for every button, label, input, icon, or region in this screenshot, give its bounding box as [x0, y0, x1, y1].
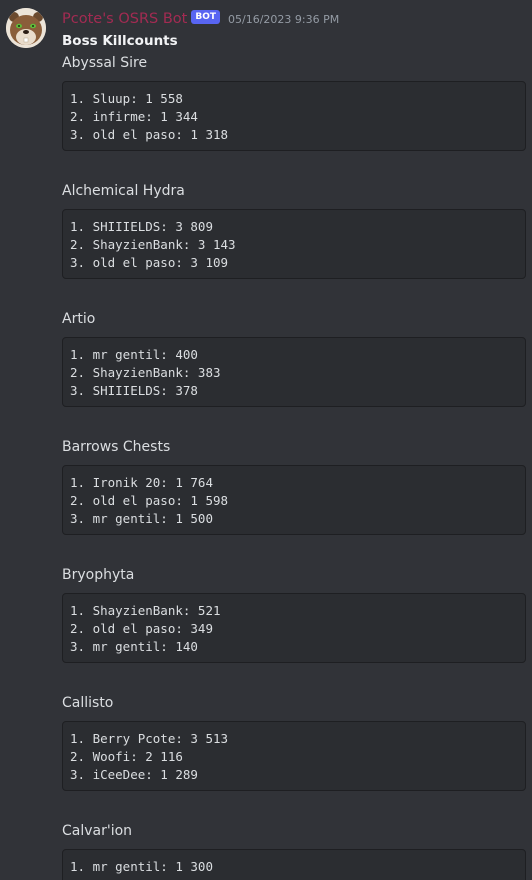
- ranking-line: 1. SHIIIELDS: 3 809: [70, 219, 213, 234]
- ranking-line: 1. mr gentil: 1 300: [70, 859, 213, 874]
- bot-tag-badge: BOT: [191, 10, 221, 24]
- ranking-line: 2. SHIIIELDS: 767: [70, 876, 518, 880]
- ranking-line: 2. ShayzienBank: 383: [70, 365, 221, 380]
- boss-name: Alchemical Hydra: [62, 183, 185, 199]
- ranking-line: 2. old el paso: 1 598: [70, 493, 229, 508]
- bot-username[interactable]: Pcote's OSRS Bot: [62, 11, 187, 27]
- boss-name: Callisto: [62, 695, 114, 711]
- ranking-line: 1. Ironik 20: 1 764: [70, 475, 213, 490]
- boss-name: Bryophyta: [62, 567, 135, 583]
- killcount-codeblock[interactable]: 1. ShayzienBank: 521 2. old el paso: 349 3…: [62, 593, 526, 663]
- ranking-line: 3. old el paso: 3 109: [70, 255, 229, 270]
- ranking-line: 2. Woofi: 2 116: [70, 749, 183, 764]
- message-title: Boss Killcounts: [62, 33, 178, 49]
- chat-message: Pcote's OSRS Bot BOT 05/16/2023 9:36 PM …: [0, 0, 532, 880]
- ranking-line: 1. Berry Pcote: 3 513: [70, 731, 229, 746]
- ranking-line: 1. ShayzienBank: 521: [70, 603, 221, 618]
- boss-section: Artio 1. mr gentil: 400 2. ShayzienBank: 3…: [62, 308, 526, 407]
- message-content: Pcote's OSRS Bot BOT 05/16/2023 9:36 PM …: [62, 8, 526, 880]
- boss-section: Callisto 1. Berry Pcote: 3 513 2. Woofi: 2…: [62, 692, 526, 791]
- boss-name: Calvar'ion: [62, 823, 133, 839]
- ranking-line: 3. mr gentil: 140: [70, 639, 198, 654]
- killcount-codeblock[interactable]: 1. mr gentil: 400 2. ShayzienBank: 383 3. …: [62, 337, 526, 407]
- boss-name: Barrows Chests: [62, 439, 171, 455]
- ranking-line: 2. old el paso: 349: [70, 621, 213, 636]
- boss-section: Abyssal Sire 1. Sluup: 1 558 2. infirme: 1…: [62, 52, 526, 151]
- killcount-codeblock[interactable]: 1. Ironik 20: 1 764 2. old el paso: 1 598…: [62, 465, 526, 535]
- boss-name: Artio: [62, 311, 96, 327]
- ranking-line: 2. ShayzienBank: 3 143: [70, 237, 236, 252]
- boss-section: Calvar'ion 1. mr gentil: 1 300 2. SHIIIELD…: [62, 820, 526, 880]
- ranking-line: 3. iCeeDee: 1 289: [70, 767, 198, 782]
- ranking-line: 3. old el paso: 1 318: [70, 127, 229, 142]
- boss-name: Abyssal Sire: [62, 55, 148, 71]
- beaver-icon: [6, 8, 46, 48]
- boss-section: Bryophyta 1. ShayzienBank: 521 2. old el p…: [62, 564, 526, 663]
- killcount-codeblock[interactable]: 1. mr gentil: 1 3002. SHIIIELDS: 7673. W…: [62, 849, 526, 880]
- killcount-sections: Abyssal Sire 1. Sluup: 1 558 2. infirme: 1…: [62, 52, 526, 880]
- ranking-line: 1. Sluup: 1 558: [70, 91, 183, 106]
- ranking-line: 3. mr gentil: 1 500: [70, 511, 213, 526]
- boss-section: Alchemical Hydra 1. SHIIIELDS: 3 809 2. Sh…: [62, 180, 526, 279]
- ranking-line: 1. mr gentil: 400: [70, 347, 198, 362]
- boss-section: Barrows Chests 1. Ironik 20: 1 764 2. old …: [62, 436, 526, 535]
- ranking-line: 3. SHIIIELDS: 378: [70, 383, 198, 398]
- message-header: Pcote's OSRS Bot BOT 05/16/2023 9:36 PM: [62, 8, 524, 30]
- bot-avatar[interactable]: [6, 8, 46, 48]
- killcount-codeblock[interactable]: 1. Sluup: 1 558 2. infirme: 1 344 3. old e…: [62, 81, 526, 151]
- killcount-codeblock[interactable]: 1. SHIIIELDS: 3 809 2. ShayzienBank: 3 14…: [62, 209, 526, 279]
- killcount-codeblock[interactable]: 1. Berry Pcote: 3 513 2. Woofi: 2 116 3. i…: [62, 721, 526, 791]
- message-timestamp[interactable]: 05/16/2023 9:36 PM: [228, 13, 339, 26]
- ranking-line: 2. infirme: 1 344: [70, 109, 198, 124]
